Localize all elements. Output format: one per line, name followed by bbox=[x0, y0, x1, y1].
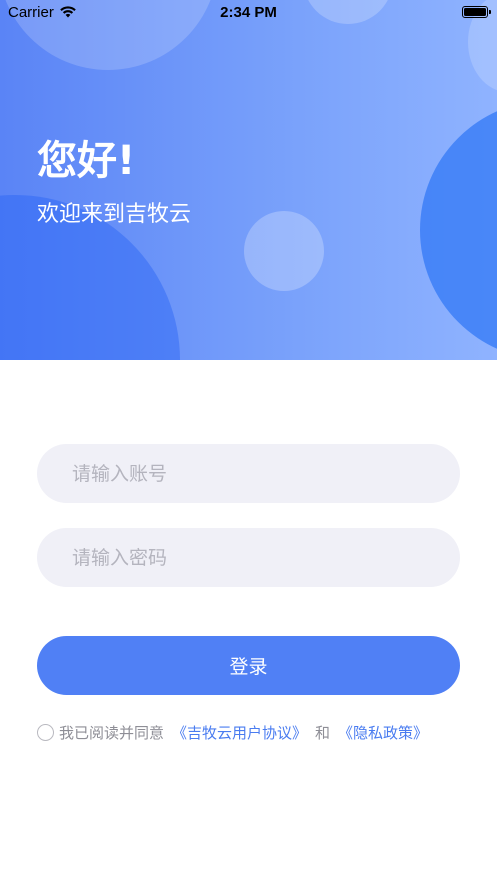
agreement-and: 和 bbox=[315, 723, 331, 742]
privacy-policy-link[interactable]: 《隐私政策》 bbox=[338, 722, 428, 743]
status-bar: Carrier 2:34 PM bbox=[0, 0, 497, 26]
welcome-subtitle: 欢迎来到吉牧云 bbox=[37, 202, 192, 227]
greeting-title: 您好! bbox=[37, 138, 136, 184]
decorative-circle bbox=[420, 100, 497, 360]
login-button[interactable]: 登录 bbox=[37, 636, 460, 695]
battery-icon bbox=[462, 6, 491, 18]
agreement-prefix: 我已阅读并同意 bbox=[59, 723, 165, 742]
decorative-circle bbox=[244, 211, 324, 291]
account-input[interactable] bbox=[37, 444, 460, 503]
hero-header: 您好! 欢迎来到吉牧云 bbox=[0, 0, 497, 360]
password-input[interactable] bbox=[37, 528, 460, 587]
agree-checkbox[interactable] bbox=[37, 723, 54, 741]
user-agreement-link[interactable]: 《吉牧云用户协议》 bbox=[172, 722, 307, 743]
agreement-row: 我已阅读并同意 《吉牧云用户协议》 和 《隐私政策》 bbox=[37, 722, 428, 742]
status-time: 2:34 PM bbox=[220, 4, 277, 21]
